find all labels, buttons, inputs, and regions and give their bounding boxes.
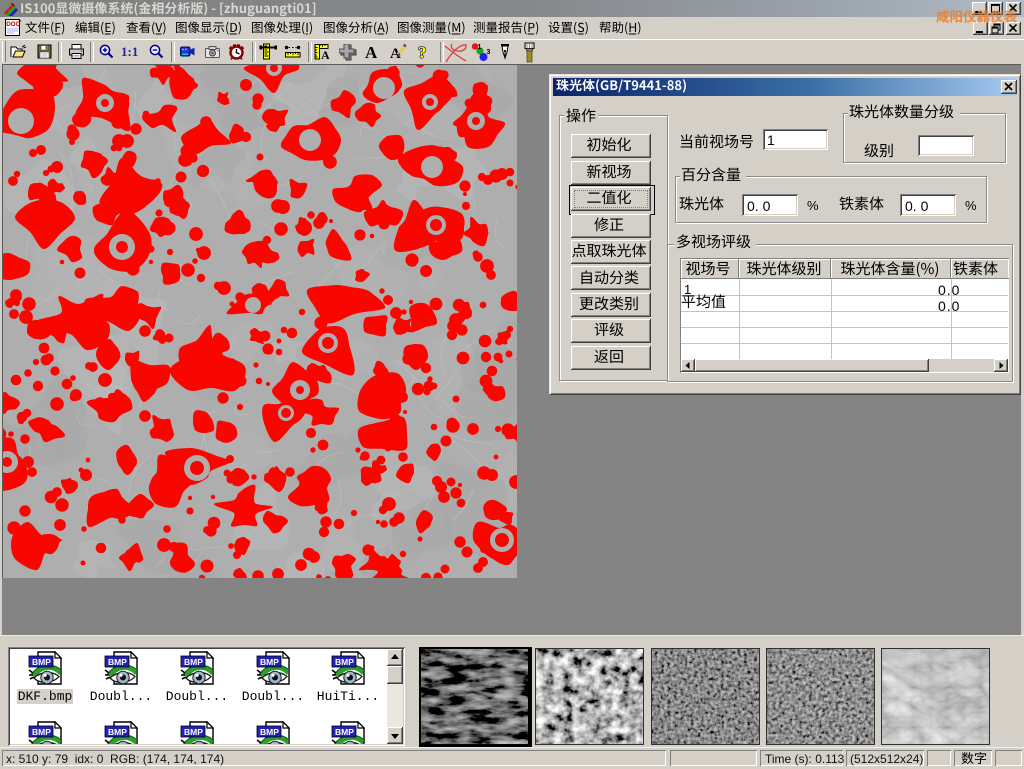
svg-text:A: A bbox=[365, 43, 378, 61]
svg-text:3: 3 bbox=[487, 49, 491, 56]
svg-text:?: ? bbox=[418, 43, 427, 61]
svg-text:DOC: DOC bbox=[6, 21, 20, 28]
svg-text:A: A bbox=[321, 48, 330, 61]
svg-text:1:1: 1:1 bbox=[121, 44, 138, 59]
svg-text:1: 1 bbox=[478, 44, 482, 51]
